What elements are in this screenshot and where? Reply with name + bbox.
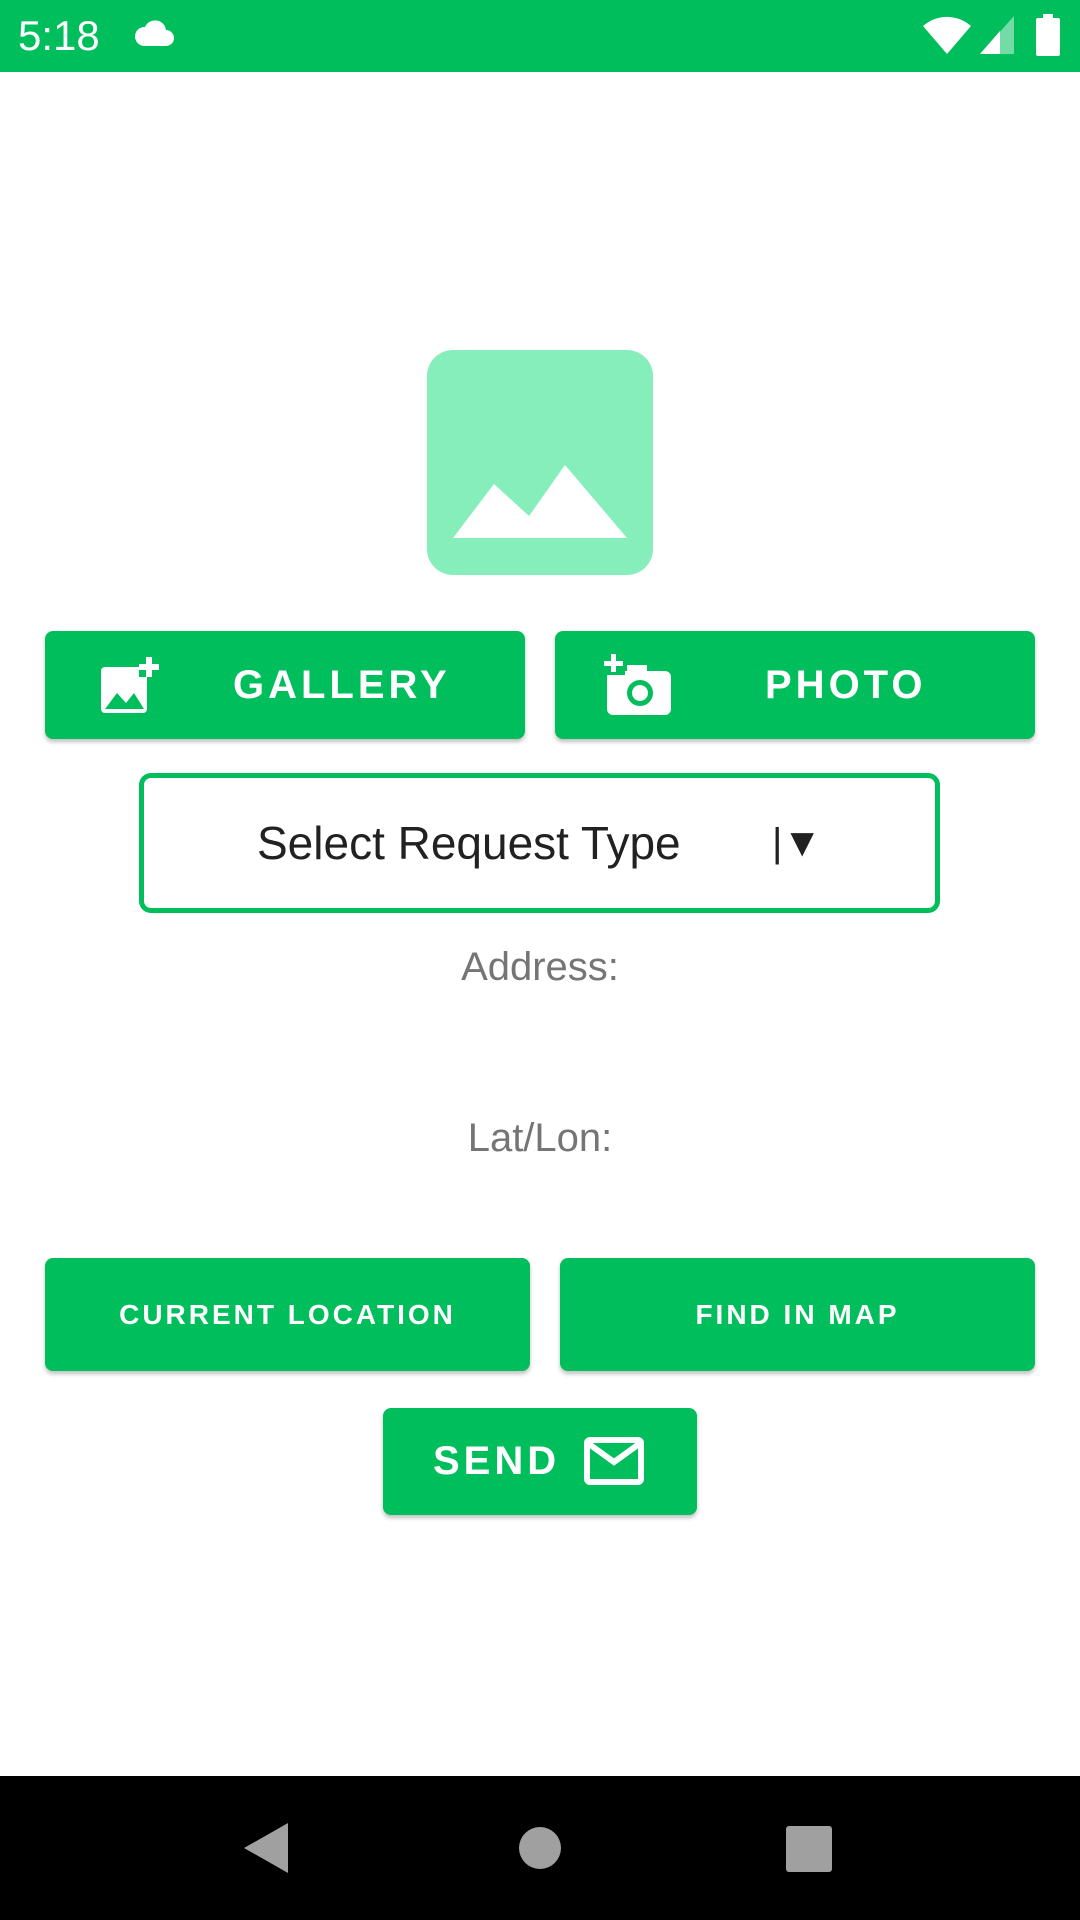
send-button[interactable]: SEND — [383, 1408, 697, 1515]
add-camera-icon — [603, 653, 673, 722]
battery-icon — [1036, 14, 1060, 61]
wifi-icon — [922, 14, 972, 61]
request-type-dropdown[interactable]: Select Request Type |▼ — [139, 773, 940, 913]
screen: 5:18 GALLERY PHOTO Select Request Type |… — [0, 0, 1080, 1920]
dropdown-arrow-icon: |▼ — [772, 821, 822, 865]
navigation-bar — [0, 1776, 1080, 1920]
find-in-map-button-label: FIND IN MAP — [695, 1298, 900, 1330]
latlon-label: Lat/Lon: — [467, 1116, 613, 1160]
send-button-label: SEND — [433, 1439, 561, 1483]
photo-button-label: PHOTO — [765, 663, 927, 707]
gallery-button[interactable]: GALLERY — [45, 631, 525, 739]
home-icon[interactable] — [518, 1826, 562, 1875]
gallery-button-label: GALLERY — [233, 663, 451, 707]
recents-icon[interactable] — [786, 1826, 832, 1877]
mail-icon — [583, 1436, 645, 1491]
cell-signal-icon — [978, 14, 1016, 61]
back-icon[interactable] — [244, 1823, 288, 1878]
image-placeholder — [427, 350, 653, 575]
request-type-selected: Select Request Type — [257, 817, 681, 869]
status-time: 5:18 — [18, 12, 100, 59]
address-label: Address: — [461, 945, 619, 989]
status-bar: 5:18 — [0, 0, 1080, 72]
add-photo-icon — [99, 655, 159, 720]
cloud-icon — [132, 18, 176, 53]
current-location-button[interactable]: CURRENT LOCATION — [45, 1258, 530, 1371]
current-location-button-label: CURRENT LOCATION — [119, 1298, 456, 1330]
find-in-map-button[interactable]: FIND IN MAP — [560, 1258, 1035, 1371]
photo-button[interactable]: PHOTO — [555, 631, 1035, 739]
image-placeholder-icon — [453, 465, 627, 538]
